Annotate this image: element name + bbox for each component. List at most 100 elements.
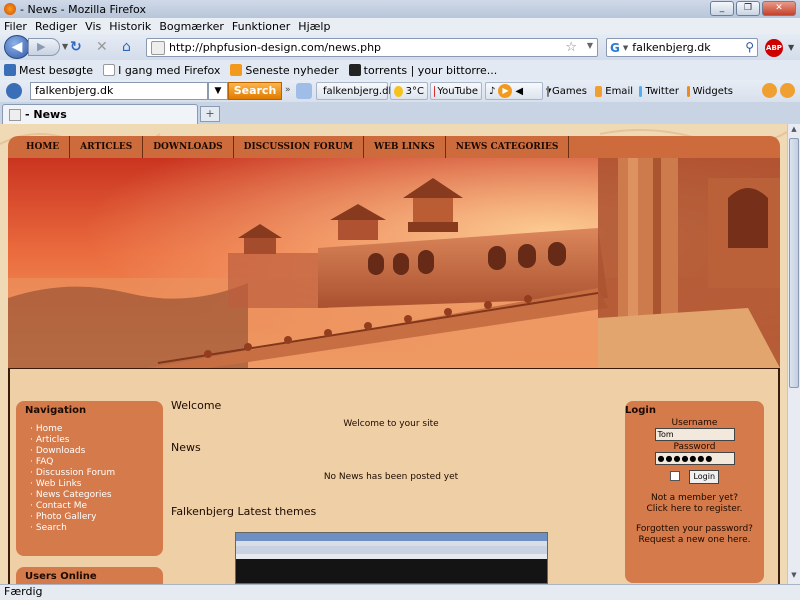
nav-link-news-categories[interactable]: News Categories bbox=[30, 490, 163, 501]
users-online-panel: Users Online bbox=[16, 567, 163, 584]
toolbar-twitter-button[interactable]: Twitter bbox=[636, 82, 682, 100]
search-toolbar: falkenbjerg.dk ▼ Search » falkenbjerg.dk… bbox=[0, 80, 800, 102]
rss-icon bbox=[230, 64, 243, 76]
tab-strip: - News + bbox=[0, 102, 800, 124]
engine-dropdown-icon[interactable]: ▼ bbox=[623, 44, 628, 52]
site-nav-articles[interactable]: ARTICLES bbox=[70, 136, 144, 158]
search-engine-icon[interactable]: G bbox=[610, 41, 620, 55]
username-field[interactable]: Tom bbox=[654, 428, 735, 441]
nav-link-search[interactable]: Search bbox=[30, 523, 163, 534]
bookmark-torrents[interactable]: torrents | your bittorre... bbox=[348, 63, 498, 77]
toolbar-search-input[interactable]: falkenbjerg.dk bbox=[30, 82, 208, 100]
url-bar[interactable]: http://phpfusion-design.com/news.php ☆ ▼ bbox=[146, 38, 598, 57]
minimize-button[interactable]: _ bbox=[710, 1, 734, 16]
bookmark-getting-started[interactable]: I gang med Firefox bbox=[103, 64, 220, 77]
site-nav-forum[interactable]: DISCUSSION FORUM bbox=[234, 136, 364, 158]
site-nav-home[interactable]: HOME bbox=[16, 136, 71, 158]
nav-link-articles[interactable]: Articles bbox=[30, 435, 163, 446]
menu-tools[interactable]: Funktioner bbox=[232, 20, 290, 33]
stop-icon[interactable]: ✕ bbox=[96, 39, 108, 55]
toolbar-youtube-button[interactable]: YouTube bbox=[430, 82, 482, 100]
addon-search-icon[interactable] bbox=[780, 83, 795, 98]
site-favicon-icon bbox=[151, 40, 165, 55]
scroll-up-icon[interactable]: ▲ bbox=[789, 125, 799, 137]
toolbar-item-label: YouTube bbox=[437, 85, 478, 97]
nav-link-home[interactable]: Home bbox=[30, 424, 163, 435]
remember-me-checkbox[interactable] bbox=[669, 471, 680, 481]
search-icon[interactable]: ⚲ bbox=[745, 40, 754, 54]
site-nav-weblinks[interactable]: WEB LINKS bbox=[364, 136, 446, 158]
toolbar-games-button[interactable]: Games bbox=[544, 82, 590, 100]
nav-link-photo-gallery[interactable]: Photo Gallery bbox=[30, 512, 163, 523]
history-dropdown-icon[interactable]: ▼ bbox=[62, 39, 68, 55]
site-nav-news-categories[interactable]: NEWS CATEGORIES bbox=[446, 136, 570, 158]
toolbar-widgets-button[interactable]: Widgets bbox=[684, 82, 736, 100]
toolbar-item-label: 3°C bbox=[405, 85, 424, 97]
toolbar-media-player[interactable]: ♪ ▶ ◀ bbox=[485, 82, 543, 100]
scrollbar-thumb[interactable] bbox=[789, 138, 799, 388]
menu-edit[interactable]: Rediger bbox=[35, 20, 77, 33]
search-bar[interactable]: G ▼ falkenbjerg.dk ⚲ bbox=[606, 38, 758, 57]
nav-link-faq[interactable]: FAQ bbox=[30, 457, 163, 468]
window-title: - News - Mozilla Firefox bbox=[20, 2, 146, 16]
play-icon[interactable]: ▶ bbox=[498, 84, 513, 98]
vertical-scrollbar[interactable]: ▲ ▼ bbox=[787, 124, 800, 584]
theme-screenshot-image[interactable] bbox=[235, 532, 548, 584]
url-dropdown-icon[interactable]: ▼ bbox=[587, 41, 593, 50]
toolbar-logo-icon[interactable] bbox=[6, 83, 22, 99]
reload-icon[interactable]: ↻ bbox=[70, 39, 82, 55]
toolbar-email-button[interactable]: Email bbox=[592, 82, 636, 100]
games-icon bbox=[547, 85, 550, 97]
menu-bookmarks[interactable]: Bogmærker bbox=[159, 20, 224, 33]
menu-file[interactable]: Filer bbox=[4, 20, 27, 33]
bookmark-label: torrents | your bittorre... bbox=[363, 63, 498, 77]
menu-help[interactable]: Hjælp bbox=[298, 20, 330, 33]
bookmark-latest-news[interactable]: Seneste nyheder bbox=[230, 64, 339, 77]
volume-icon[interactable]: ◀ bbox=[515, 86, 523, 97]
toolbar-search-dropdown-icon[interactable]: ▼ bbox=[208, 82, 228, 100]
navigation-panel: Navigation Home Articles Downloads FAQ D… bbox=[16, 401, 163, 556]
close-button[interactable]: ✕ bbox=[762, 1, 796, 16]
status-bar: Færdig bbox=[0, 584, 800, 600]
nav-link-downloads[interactable]: Downloads bbox=[30, 446, 163, 457]
nav-link-forum[interactable]: Discussion Forum bbox=[30, 468, 163, 479]
request-password-link[interactable]: Request a new one here. bbox=[625, 535, 764, 546]
nav-link-contact[interactable]: Contact Me bbox=[30, 501, 163, 512]
bookmark-star-icon[interactable]: ☆ bbox=[565, 40, 577, 55]
site-nav-downloads[interactable]: DOWNLOADS bbox=[143, 136, 234, 158]
forgot-password-text: Forgotten your password? bbox=[636, 524, 753, 534]
toolbar-item-label: Twitter bbox=[645, 85, 679, 97]
toolbar-site-button[interactable]: falkenbjerg.dk bbox=[316, 82, 394, 100]
pencil-tool-icon[interactable] bbox=[296, 83, 312, 99]
bookmark-most-visited[interactable]: Mest besøgte bbox=[4, 64, 93, 77]
register-link[interactable]: Click here to register. bbox=[625, 504, 764, 515]
bookmark-label: I gang med Firefox bbox=[118, 63, 221, 77]
back-button[interactable]: ◀ bbox=[4, 35, 30, 59]
thumbnail-titlebar bbox=[236, 533, 547, 541]
menu-view[interactable]: Vis bbox=[85, 20, 101, 33]
email-icon bbox=[595, 85, 603, 97]
menu-history[interactable]: Historik bbox=[109, 20, 151, 33]
maximize-button[interactable]: ❐ bbox=[736, 1, 760, 16]
nav-link-weblinks[interactable]: Web Links bbox=[30, 479, 163, 490]
firefox-icon bbox=[4, 3, 16, 15]
tab-news[interactable]: - News bbox=[2, 104, 198, 124]
adblock-icon[interactable]: ABP bbox=[765, 39, 783, 57]
site-nav-bar: HOME ARTICLES DOWNLOADS DISCUSSION FORUM… bbox=[8, 136, 780, 158]
toolbar-weather-button[interactable]: 3°C bbox=[390, 82, 428, 100]
scroll-down-icon[interactable]: ▼ bbox=[789, 571, 799, 583]
home-icon[interactable]: ⌂ bbox=[122, 39, 131, 55]
login-button[interactable]: Login bbox=[689, 470, 720, 484]
toolbar-item-label: Widgets bbox=[692, 85, 733, 97]
new-tab-button[interactable]: + bbox=[200, 106, 220, 122]
password-field[interactable]: ●●●●●●● bbox=[654, 452, 735, 465]
login-panel: Login Username Tom Password ●●●●●●● Logi… bbox=[625, 401, 764, 583]
toolbar-search-button[interactable]: Search bbox=[228, 82, 282, 100]
toolbar-overflow-icon[interactable]: » bbox=[285, 85, 291, 95]
most-visited-icon bbox=[4, 64, 16, 76]
welcome-title: Welcome bbox=[171, 399, 222, 412]
forward-button[interactable]: ▶ bbox=[28, 38, 60, 56]
toolbar-dropdown-icon[interactable]: ▼ bbox=[788, 43, 794, 52]
addon-plus-icon[interactable] bbox=[762, 83, 777, 98]
login-title: Login bbox=[625, 405, 656, 416]
